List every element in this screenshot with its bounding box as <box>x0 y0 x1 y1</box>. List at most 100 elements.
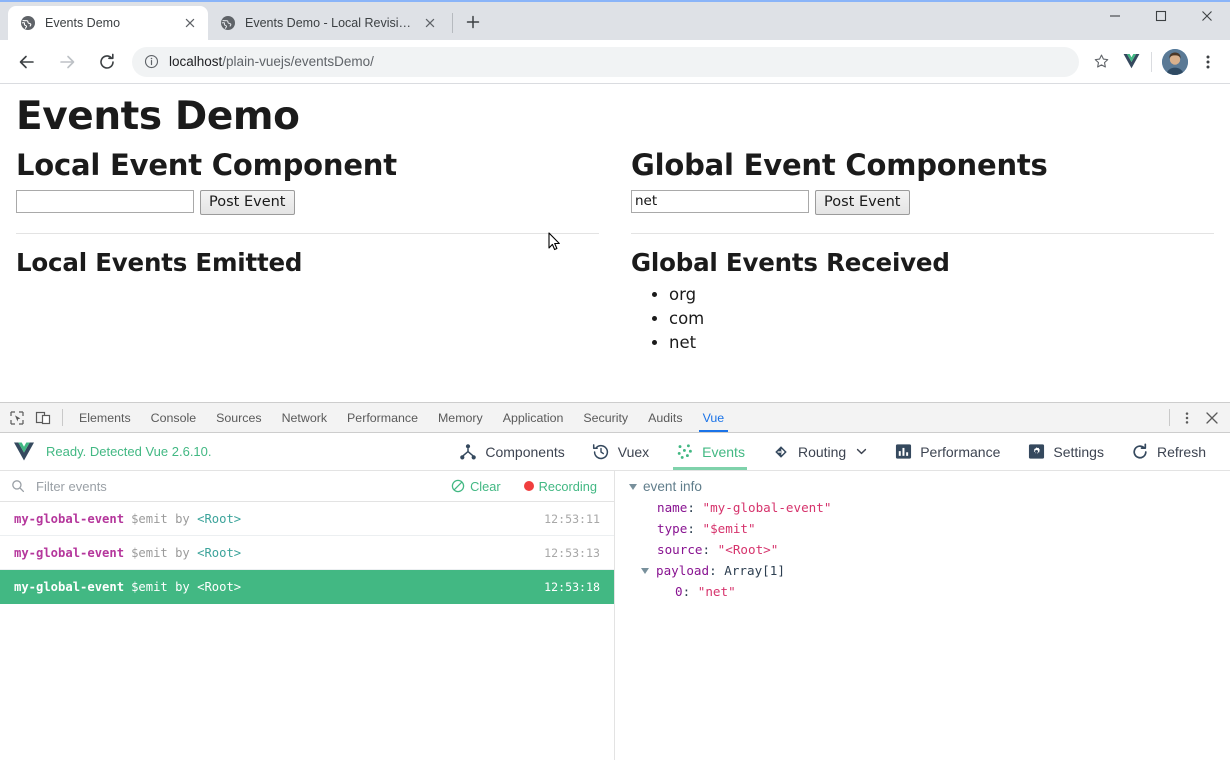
devtools-tab-sources[interactable]: Sources <box>206 403 271 432</box>
back-arrow-icon[interactable] <box>12 47 42 77</box>
info-separator: : <box>687 500 702 515</box>
kebab-menu-icon[interactable] <box>1176 405 1198 431</box>
vue-tab-routing[interactable]: Routing <box>759 433 879 470</box>
devtools-tab-console[interactable]: Console <box>141 403 206 432</box>
event-info-row: source: "<Root>" <box>627 539 1230 560</box>
devtools-right-divider <box>1169 409 1170 426</box>
close-icon[interactable] <box>1198 405 1226 431</box>
list-item: org <box>669 283 1214 307</box>
tab-strip: Events Demo Events Demo - Local Revisite… <box>0 2 1092 40</box>
global-event-form: Post Event <box>631 190 1214 215</box>
vue-tab-components[interactable]: Components <box>446 433 576 470</box>
star-icon[interactable] <box>1087 48 1115 76</box>
browser-titlebar: Events Demo Events Demo - Local Revisite… <box>0 0 1230 40</box>
global-event-column: Global Event Components Post Event Globa… <box>615 138 1230 355</box>
gear-icon <box>1026 442 1046 462</box>
inspect-element-icon[interactable] <box>4 405 30 431</box>
global-section-heading: Global Event Components <box>631 150 1214 182</box>
info-separator: : <box>687 521 702 536</box>
tab-separator <box>452 13 453 33</box>
vue-devtools-bar: Ready. Detected Vue 2.6.10. Components <box>0 433 1230 471</box>
devtools-tab-security[interactable]: Security <box>573 403 638 432</box>
reload-icon[interactable] <box>92 47 122 77</box>
vue-tab-label: Components <box>485 444 564 460</box>
vue-tab-label: Vuex <box>618 444 649 460</box>
global-divider <box>631 233 1214 234</box>
mouse-cursor <box>548 232 562 252</box>
devtools-tabbar: Elements Console Sources Network Perform… <box>0 403 1230 433</box>
devtools-tab-network[interactable]: Network <box>272 403 337 432</box>
event-source: <Root> <box>197 580 241 594</box>
global-events-heading: Global Events Received <box>631 248 1214 277</box>
page-title: Events Demo <box>0 84 1230 138</box>
info-key: 0 <box>675 584 683 599</box>
bar-chart-icon <box>893 442 913 462</box>
info-value: "$emit" <box>703 521 756 536</box>
event-rows-container: my-global-event$emit by <Root>12:53:11my… <box>0 502 614 604</box>
browser-tab-1[interactable]: Events Demo <box>8 6 208 40</box>
global-post-event-button[interactable]: Post Event <box>815 190 910 215</box>
event-name: my-global-event <box>14 512 124 526</box>
minimize-button[interactable] <box>1092 0 1138 32</box>
chevron-down-icon[interactable] <box>855 446 867 458</box>
vue-tab-label: Refresh <box>1157 444 1206 460</box>
device-toolbar-icon[interactable] <box>30 405 56 431</box>
address-bar[interactable]: localhost/plain-vuejs/eventsDemo/ <box>132 47 1079 77</box>
vue-status-text: Ready. Detected Vue 2.6.10. <box>46 444 212 459</box>
info-key: name <box>657 500 687 515</box>
event-meta: $emit by <Root> <box>131 512 241 526</box>
browser-tab-2[interactable]: Events Demo - Local Revisited <box>208 6 448 40</box>
vue-tab-vuex[interactable]: Vuex <box>579 433 661 470</box>
event-timestamp: 12:53:13 <box>544 546 600 560</box>
local-event-input[interactable] <box>16 190 194 213</box>
global-event-input[interactable] <box>631 190 809 213</box>
vue-tab-list: Components Vuex <box>446 433 1218 470</box>
event-info-header[interactable]: event info <box>627 479 1230 494</box>
devtools-tab-elements[interactable]: Elements <box>69 403 141 432</box>
event-row[interactable]: my-global-event$emit by <Root>12:53:11 <box>0 502 614 536</box>
vue-events-body: Clear Recording my-global-event$emit by … <box>0 471 1230 760</box>
local-divider <box>16 233 599 234</box>
window-controls <box>1092 0 1230 40</box>
record-dot-icon <box>524 481 534 491</box>
refresh-icon <box>1130 442 1150 462</box>
devtools-tab-memory[interactable]: Memory <box>428 403 493 432</box>
info-value: "my-global-event" <box>703 500 832 515</box>
payload-expander[interactable]: payload: Array[1] <box>627 560 1230 581</box>
new-tab-button[interactable] <box>459 8 487 36</box>
info-separator: : <box>683 584 698 599</box>
devtools-tab-application[interactable]: Application <box>493 403 574 432</box>
vue-tab-settings[interactable]: Settings <box>1014 433 1116 470</box>
tab-close-icon[interactable] <box>422 15 438 31</box>
vue-logo-icon <box>12 441 36 463</box>
kebab-menu-icon[interactable] <box>1194 48 1222 76</box>
maximize-button[interactable] <box>1138 0 1184 32</box>
chevron-down-icon <box>629 484 637 490</box>
event-info-row: type: "$emit" <box>627 518 1230 539</box>
devtools-panel: Elements Console Sources Network Perform… <box>0 402 1230 761</box>
filter-events-input[interactable] <box>34 478 435 495</box>
clear-label: Clear <box>470 479 501 494</box>
close-button[interactable] <box>1184 0 1230 32</box>
event-row[interactable]: my-global-event$emit by <Root>12:53:13 <box>0 536 614 570</box>
events-filter-bar: Clear Recording <box>0 471 614 502</box>
info-separator: : <box>709 563 724 578</box>
vue-tab-performance[interactable]: Performance <box>881 433 1012 470</box>
event-row[interactable]: my-global-event$emit by <Root>12:53:18 <box>0 570 614 604</box>
local-post-event-button[interactable]: Post Event <box>200 190 295 215</box>
vue-tab-refresh[interactable]: Refresh <box>1118 433 1218 470</box>
avatar[interactable] <box>1162 49 1188 75</box>
devtools-tab-vue[interactable]: Vue <box>693 403 735 432</box>
event-source: <Root> <box>197 546 241 560</box>
tab-close-icon[interactable] <box>182 15 198 31</box>
vue-tab-events[interactable]: Events <box>663 433 757 470</box>
recording-toggle[interactable]: Recording <box>517 479 604 494</box>
search-icon <box>10 479 25 494</box>
vue-tab-label: Events <box>702 444 745 460</box>
devtools-tab-performance[interactable]: Performance <box>337 403 428 432</box>
event-info-title: event info <box>643 479 702 494</box>
clear-events-button[interactable]: Clear <box>444 479 508 494</box>
site-info-icon[interactable] <box>144 54 159 69</box>
vue-extension-icon[interactable] <box>1117 48 1145 76</box>
devtools-tab-audits[interactable]: Audits <box>638 403 692 432</box>
